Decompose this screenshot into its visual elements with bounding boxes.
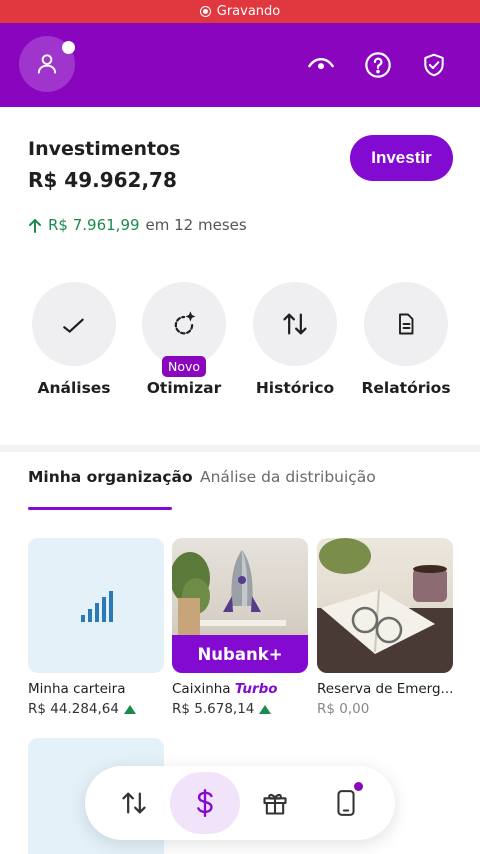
growth-period: em 12 meses <box>145 216 247 234</box>
card-name-prefix: Caixinha <box>172 681 235 697</box>
app-header <box>0 23 480 107</box>
action-relatorios[interactable]: Relatórios <box>356 282 456 397</box>
profile-avatar-button[interactable] <box>19 36 75 92</box>
recording-label: Gravando <box>216 4 281 19</box>
section-divider <box>0 445 480 452</box>
card-name: Minha carteira <box>28 681 126 697</box>
nav-investments-button[interactable] <box>169 772 240 834</box>
help-button[interactable] <box>362 49 394 81</box>
card-value: R$ 44.284,64 <box>28 701 119 717</box>
action-otimizar[interactable]: Novo Otimizar <box>134 282 234 397</box>
card-image: Nubank+ <box>172 538 308 673</box>
nav-phone-button[interactable] <box>311 772 382 834</box>
nubank-plus-banner: Nubank+ <box>172 635 308 673</box>
invest-button[interactable]: Investir <box>350 135 453 181</box>
record-icon <box>199 6 211 17</box>
recording-bar: Gravando <box>0 0 480 23</box>
card-name: Caixinha Turbo <box>172 681 308 697</box>
sparkle-refresh-icon <box>174 311 196 335</box>
person-icon <box>37 54 57 74</box>
card-minha-carteira[interactable]: Minha carteira R$ 44.284,64 <box>28 538 164 717</box>
nav-transfer-button[interactable] <box>99 772 170 834</box>
book-coffee-illustration <box>317 538 453 673</box>
chart-trend-icon <box>63 318 84 333</box>
gift-icon <box>263 793 287 815</box>
card-value: R$ 5.678,14 <box>172 701 255 717</box>
arrow-up-icon <box>29 218 41 233</box>
dollar-icon <box>196 788 213 818</box>
nav-gift-button[interactable] <box>240 772 311 834</box>
card-reserva-emergencia[interactable]: Reserva de Emerg... R$ 0,00 <box>317 538 453 717</box>
action-label: Otimizar <box>146 379 222 397</box>
eye-icon <box>308 57 334 70</box>
growth-summary: R$ 7.961,99 em 12 meses <box>28 216 247 234</box>
card-value: R$ 0,00 <box>317 701 370 717</box>
new-badge: Novo <box>161 356 207 377</box>
active-tab-indicator <box>28 507 172 510</box>
notification-dot <box>354 782 363 791</box>
card-value-row: R$ 5.678,14 <box>172 701 308 717</box>
card-image <box>317 538 453 673</box>
growth-value: R$ 7.961,99 <box>48 216 140 234</box>
help-icon <box>365 52 391 78</box>
trend-up-icon <box>123 704 136 714</box>
card-image <box>28 538 164 673</box>
page-title: Investimentos <box>28 138 181 160</box>
action-historico[interactable]: Histórico <box>245 282 345 397</box>
card-name: Reserva de Emerg... <box>317 681 453 697</box>
action-analises[interactable]: Análises <box>24 282 124 397</box>
phone-icon <box>337 790 355 816</box>
bottom-navigation <box>85 766 395 840</box>
card-caixinha-turbo[interactable]: Nubank+ Caixinha Turbo R$ 5.678,14 <box>172 538 308 717</box>
security-button[interactable] <box>418 49 450 81</box>
shield-check-icon <box>424 53 444 77</box>
tab-minha-organizacao[interactable]: Minha organização <box>28 468 193 486</box>
signal-bars-icon <box>81 590 113 622</box>
action-label: Histórico <box>255 379 335 397</box>
notification-dot <box>62 41 75 54</box>
hide-values-button[interactable] <box>305 49 337 81</box>
card-value-row: R$ 0,00 <box>317 701 453 717</box>
card-name-highlight: Turbo <box>234 681 278 697</box>
action-label: Relatórios <box>361 379 451 397</box>
card-value-row: R$ 44.284,64 <box>28 701 164 717</box>
trend-up-icon <box>259 704 272 714</box>
document-icon <box>399 313 414 335</box>
action-label: Análises <box>37 379 111 397</box>
balance-amount: R$ 49.962,78 <box>28 168 177 192</box>
arrows-up-down-icon <box>283 313 307 335</box>
tab-analise-distribuicao[interactable]: Análise da distribuição <box>200 468 376 486</box>
transfer-icon <box>122 792 146 814</box>
